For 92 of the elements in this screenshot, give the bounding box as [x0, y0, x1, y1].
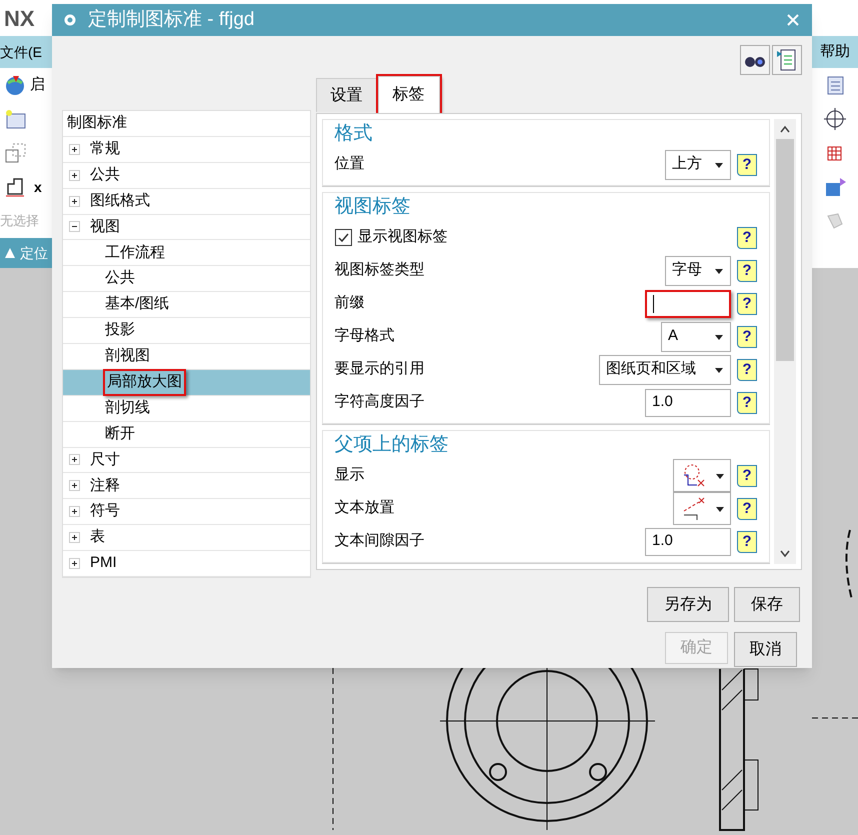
binoculars-button[interactable]: [740, 45, 770, 75]
tree-item[interactable]: 断开: [63, 422, 310, 448]
app-logo: NX: [4, 4, 35, 32]
caret-icon: [714, 332, 724, 340]
section-title: 格式: [334, 122, 374, 146]
tree-header: 制图标准: [63, 111, 310, 137]
close-icon[interactable]: [786, 13, 800, 27]
checkbox[interactable]: [334, 229, 352, 246]
help-icon[interactable]: ?: [737, 464, 757, 486]
help-icon[interactable]: ?: [737, 358, 757, 380]
field-label: 要显示的引用: [334, 359, 426, 380]
caret-icon: [714, 266, 724, 274]
field-label: 显示: [334, 465, 366, 486]
dialog-button[interactable]: 取消: [734, 632, 797, 667]
tree-item[interactable]: 公共: [63, 162, 310, 189]
input-field[interactable]: 1.0: [645, 528, 731, 556]
expand-icon[interactable]: [69, 170, 80, 181]
tree-item[interactable]: 工作流程: [63, 240, 310, 266]
help-icon[interactable]: ?: [737, 392, 757, 414]
cube-icon[interactable]: [823, 175, 847, 199]
field-label: 前缀: [334, 293, 366, 314]
input-field[interactable]: [645, 290, 731, 318]
field-label: 字母格式: [334, 326, 396, 346]
help-icon[interactable]: ?: [737, 154, 757, 176]
expand-icon[interactable]: [69, 144, 80, 155]
document-list-icon: [777, 48, 797, 72]
tree-item[interactable]: 注释: [63, 473, 310, 500]
dialog-button[interactable]: 另存为: [647, 587, 729, 622]
caret-icon: [715, 504, 725, 512]
start-label[interactable]: 启: [30, 74, 45, 96]
locate-icon: [4, 247, 16, 259]
panel-title: 定位: [20, 244, 48, 262]
caret-icon: [714, 160, 724, 168]
dropdown[interactable]: A: [661, 322, 731, 352]
field-label: 文本放置: [334, 498, 396, 518]
help-icon[interactable]: ?: [737, 498, 757, 520]
expand-icon[interactable]: [69, 480, 80, 492]
section-title: 父项上的标签: [334, 432, 450, 457]
section-title: 视图标签: [334, 194, 412, 219]
scrollbar[interactable]: [774, 119, 796, 564]
toolbar-label[interactable]: x: [34, 176, 42, 198]
help-icon[interactable]: ?: [737, 292, 757, 314]
dropdown[interactable]: 上方: [665, 150, 731, 180]
dialog-title: 定制制图标准 - ffjgd: [88, 8, 256, 32]
expand-icon[interactable]: [69, 196, 80, 207]
dropdown[interactable]: [673, 492, 731, 525]
caret-icon: [715, 472, 725, 480]
dropdown[interactable]: 字母: [665, 256, 731, 286]
tab[interactable]: 标签: [378, 76, 440, 113]
dropdown[interactable]: [673, 459, 731, 492]
field-label: 文本间隙因子: [334, 531, 426, 552]
tree-item[interactable]: 局部放大图: [63, 370, 310, 396]
checkbox-label: 显示视图标签: [358, 227, 449, 248]
crosshair-icon[interactable]: [823, 107, 847, 131]
expand-icon[interactable]: [69, 558, 80, 569]
field-label: 视图标签类型: [334, 260, 426, 280]
expand-icon[interactable]: [69, 454, 80, 466]
tree-item[interactable]: 剖切线: [63, 396, 310, 422]
globe-icon[interactable]: [4, 74, 26, 96]
tree-item[interactable]: 尺寸: [63, 448, 310, 474]
collapse-icon[interactable]: [69, 221, 80, 232]
help-icon[interactable]: ?: [737, 326, 757, 348]
tree-item[interactable]: 常规: [63, 136, 310, 163]
help-icon[interactable]: ?: [737, 226, 757, 248]
tab[interactable]: 设置: [316, 78, 378, 112]
circle-outline: [845, 530, 853, 600]
help-icon[interactable]: ?: [737, 260, 757, 282]
help-icon[interactable]: ?: [737, 530, 757, 552]
field-label: 位置: [334, 154, 366, 174]
tree-item[interactable]: 表: [63, 525, 310, 551]
tree-item[interactable]: 符号: [63, 499, 310, 526]
tree-item[interactable]: 基本/图纸: [63, 292, 310, 318]
caret-icon: [714, 366, 724, 374]
dialog-button[interactable]: 保存: [734, 587, 800, 622]
document-list-button[interactable]: [772, 45, 802, 75]
tree-item[interactable]: 公共: [63, 266, 310, 292]
view-frame-icon[interactable]: [4, 142, 28, 164]
tree-item[interactable]: PMI: [63, 551, 310, 577]
tree-item[interactable]: 投影: [63, 318, 310, 344]
help-menu[interactable]: 帮助: [820, 40, 850, 64]
checkmark-icon: [336, 231, 350, 244]
input-field[interactable]: 1.0: [645, 388, 731, 416]
expand-icon[interactable]: [69, 532, 80, 544]
expand-icon[interactable]: [69, 506, 80, 518]
scroll-thumb[interactable]: [776, 139, 794, 361]
tree-item[interactable]: 图纸格式: [63, 188, 310, 214]
new-sheet-icon[interactable]: [4, 108, 28, 130]
tree-item[interactable]: 视图: [63, 214, 310, 240]
field-label: 字符高度因子: [334, 392, 426, 412]
file-menu[interactable]: 文件(E: [0, 42, 42, 62]
dimension-icon[interactable]: [4, 176, 26, 198]
dropdown[interactable]: 图纸页和区域: [599, 354, 731, 384]
